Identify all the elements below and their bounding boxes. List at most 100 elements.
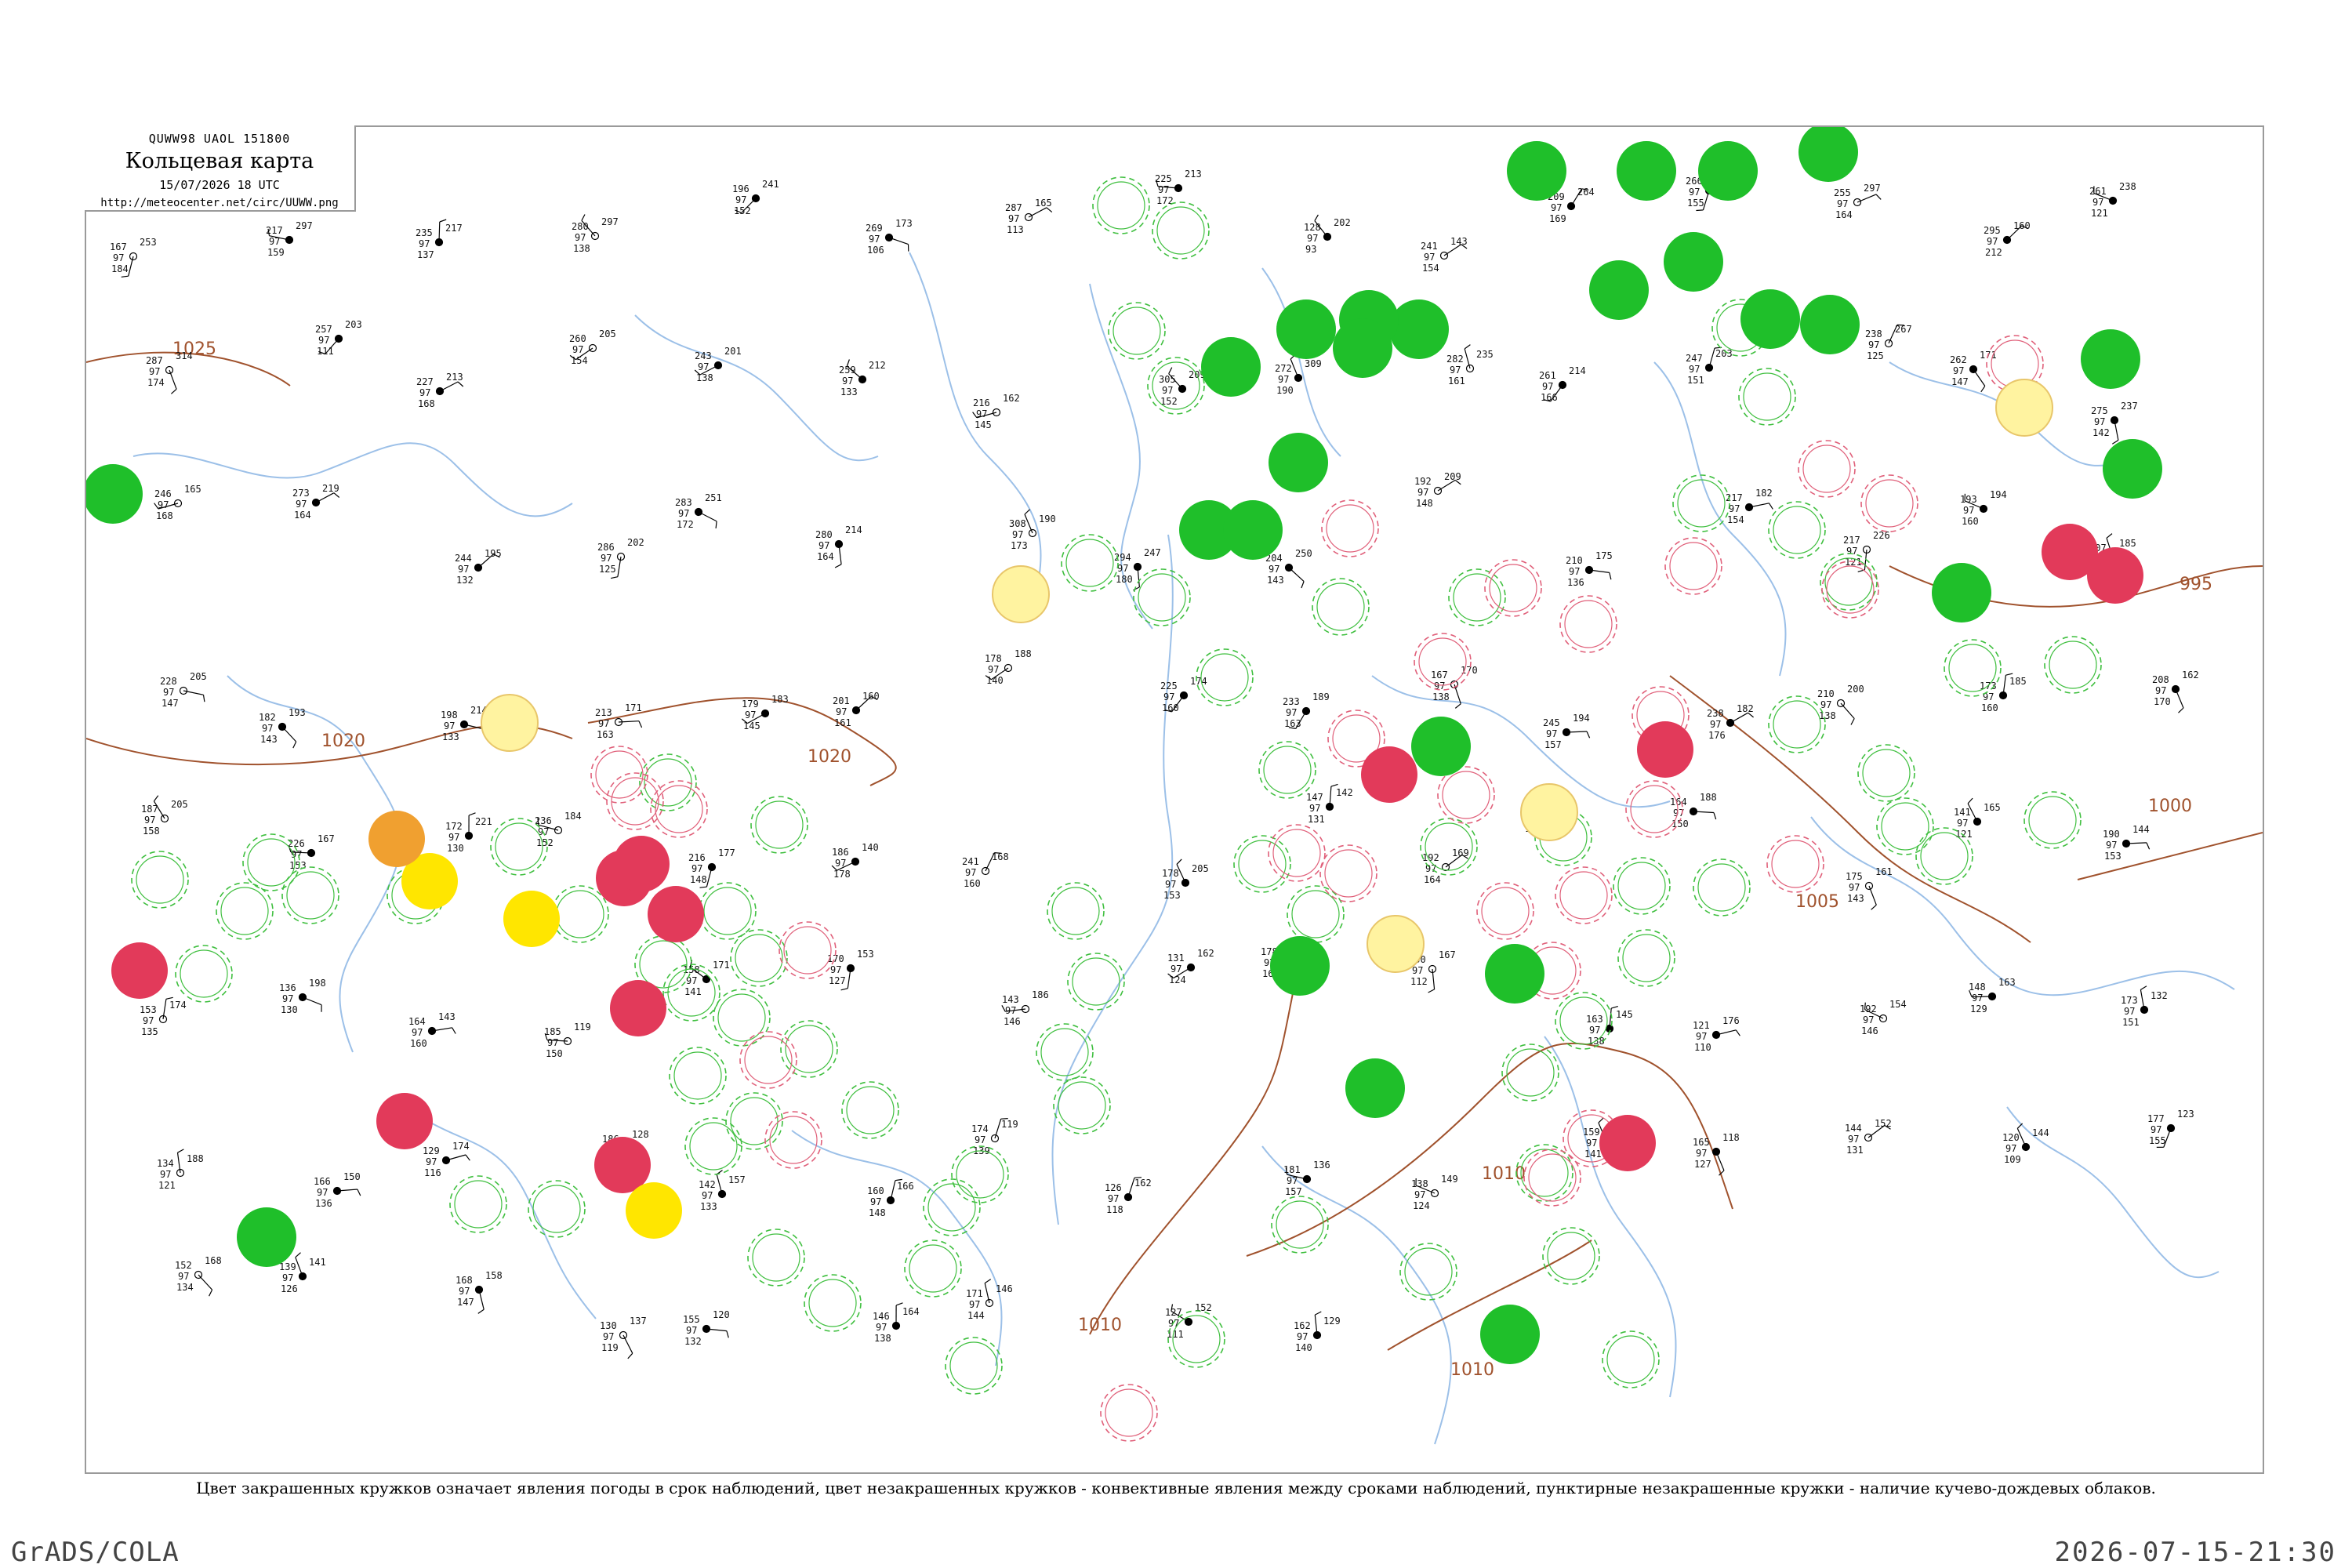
station-temperature: 217 (1726, 492, 1743, 503)
station-temperature: 193 (1960, 494, 1977, 505)
station-temperature: 201 (833, 695, 850, 706)
station-dewpoint: 97 (1108, 1193, 1119, 1204)
station-value: 297 (601, 216, 619, 227)
river-line (227, 675, 402, 1053)
convective-ring-pink (1484, 559, 1542, 617)
wind-barb-feather (1168, 367, 1173, 374)
convective-ring-inner (1112, 307, 1161, 355)
station-value: 205 (171, 799, 188, 810)
station-dewpoint: 97 (2005, 1143, 2016, 1154)
wind-barb (1730, 712, 1748, 724)
station-pressure: 154 (1422, 263, 1439, 274)
station-dewpoint: 97 (113, 252, 124, 263)
station-value: 182 (1755, 488, 1773, 499)
convective-ring-inner (1773, 506, 1821, 554)
station-plot: 26197166214 (1539, 365, 1586, 403)
station-dewpoint: 97 (1163, 691, 1174, 702)
station-temperature: 282 (1446, 354, 1464, 365)
wind-barb-feather (1609, 572, 1612, 580)
convective-ring-inner (1881, 802, 1929, 851)
convective-ring-green (1053, 1076, 1111, 1134)
station-pressure: 190 (1276, 385, 1294, 396)
convective-ring-inner (730, 1097, 779, 1145)
station-plot: 24197160168 (962, 851, 1009, 889)
station-value: 171 (713, 960, 730, 971)
station-dewpoint: 97 (1868, 339, 1879, 350)
station-temperature: 192 (1414, 476, 1432, 487)
convective-ring-inner (1862, 749, 1911, 797)
station-plot: 22797168 213 (416, 372, 464, 409)
convective-ring-green (1061, 534, 1119, 592)
convective-ring-green (1944, 639, 2002, 697)
station-dewpoint: 97 (412, 1027, 423, 1038)
station-value: 174 (169, 1000, 187, 1011)
weather-circle-yellow (503, 891, 560, 947)
station-temperature: 138 (1411, 1178, 1428, 1189)
river-line (1544, 1036, 1677, 1398)
station-temperature: 174 (971, 1123, 989, 1134)
convective-ring-inner (1072, 957, 1120, 1006)
convective-ring-inner (1200, 653, 1249, 702)
station-value: 165 (1035, 198, 1052, 209)
station-temperature: 139 (279, 1261, 296, 1272)
station-value: 174 (1190, 676, 1207, 687)
station-temperature: 167 (1431, 670, 1448, 681)
station-temperature: 226 (288, 838, 305, 849)
station-temperature: 235 (416, 227, 433, 238)
station-plot: 14197121 165 (1954, 797, 2001, 840)
station-plot: 19297148 209 (1414, 471, 1461, 509)
station-plot: 16897147 158 (456, 1270, 503, 1314)
station-temperature: 192 (1860, 1004, 1877, 1014)
convective-ring-green (1233, 835, 1291, 893)
station-plot: 29497180 247 (1114, 547, 1161, 591)
convective-ring-green (1287, 885, 1345, 943)
station-pressure: 141 (1584, 1149, 1602, 1160)
station-plot: 20897170 162 (2152, 670, 2199, 713)
station-plot: 1289793 202 (1304, 214, 1351, 255)
station-value: 167 (318, 833, 335, 844)
river-line (1653, 361, 1787, 677)
station-dewpoint: 97 (745, 710, 756, 720)
station-dewpoint: 97 (448, 832, 459, 843)
station-pressure: 131 (1308, 814, 1325, 825)
convective-ring-pink (1798, 440, 1856, 498)
station-dewpoint: 97 (1278, 374, 1289, 385)
station-plot: 12197110 176 (1693, 1015, 1740, 1053)
convective-ring-green (747, 1229, 805, 1287)
station-pressure: 124 (1413, 1200, 1430, 1211)
convective-ring-inner (1453, 573, 1501, 622)
station-temperature: 241 (1421, 241, 1438, 252)
station-value: 154 (1889, 999, 1907, 1010)
station-plot: 26297147171 (1950, 350, 1997, 393)
station-temperature: 152 (175, 1260, 192, 1271)
wind-barb (302, 996, 322, 1006)
station-value: 194 (1573, 713, 1590, 724)
convective-ring-green (725, 1092, 783, 1150)
station-plot: 20497143250 (1265, 548, 1312, 589)
wind-barb (1840, 702, 1855, 719)
station-pressure: 159 (267, 247, 285, 258)
station-temperature: 280 (572, 221, 589, 232)
station-plot: 26197121238 (2089, 181, 2136, 219)
source-url: http://meteocenter.net/circ/UUWW.png (100, 197, 339, 209)
convective-ring-inner (495, 822, 543, 871)
station-value: 175 (1595, 550, 1613, 561)
station-pressure: 153 (2104, 851, 2122, 862)
station-temperature: 128 (1304, 222, 1321, 233)
station-dewpoint: 97 (1546, 728, 1557, 739)
weather-circle-green (1800, 295, 1860, 354)
station-pressure: 137 (417, 249, 434, 260)
station-value: 297 (296, 220, 313, 231)
wind-barb (1971, 996, 1993, 998)
convective-ring-green (1768, 695, 1826, 753)
convective-ring-inner (783, 926, 832, 975)
convective-ring-inner (752, 1233, 800, 1282)
station-pressure: 164 (294, 510, 311, 521)
wind-barb-feather (1696, 209, 1704, 212)
convective-ring-inner (1802, 445, 1851, 493)
station-plot: 16097148 166 (867, 1178, 914, 1218)
station-dewpoint: 97 (1414, 1189, 1425, 1200)
convective-ring-green (175, 945, 233, 1003)
weather-circle-red (648, 886, 704, 942)
station-dewpoint: 97 (1696, 1148, 1707, 1159)
